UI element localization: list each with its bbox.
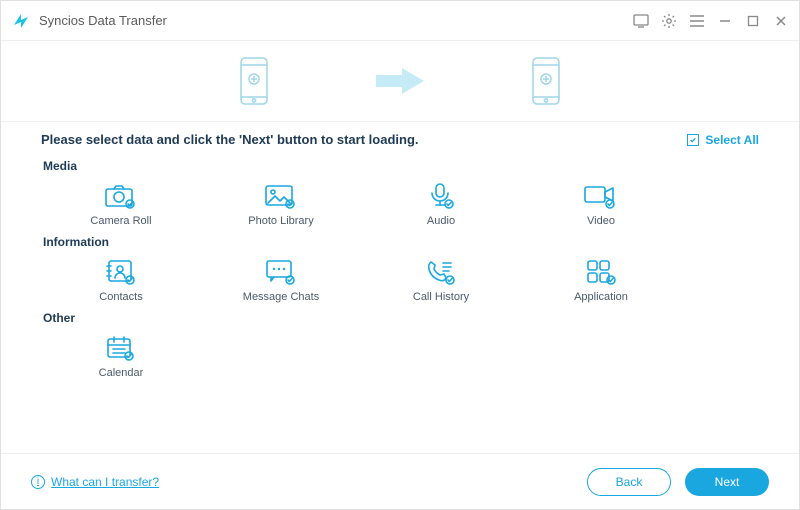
item-label: Message Chats (243, 291, 319, 303)
item-label: Camera Roll (90, 215, 151, 227)
media-grid: Camera Roll Photo Library Audio Video (41, 179, 759, 229)
select-all-toggle[interactable]: Select All (687, 133, 759, 147)
item-video[interactable]: Video (521, 179, 681, 229)
maximize-button[interactable] (745, 13, 761, 29)
transfer-illustration (1, 41, 799, 121)
other-grid: Calendar (41, 331, 759, 381)
item-label: Photo Library (248, 215, 313, 227)
close-button[interactable] (773, 13, 789, 29)
item-label: Application (574, 291, 628, 303)
item-calendar[interactable]: Calendar (41, 331, 201, 381)
audio-icon (426, 181, 456, 211)
window-controls (633, 13, 789, 29)
application-icon (585, 257, 617, 287)
information-grid: Contacts Message Chats Call History Appl… (41, 255, 759, 305)
feedback-icon[interactable] (633, 13, 649, 29)
item-contacts[interactable]: Contacts (41, 255, 201, 305)
minimize-button[interactable] (717, 13, 733, 29)
item-label: Contacts (99, 291, 142, 303)
target-phone-icon (530, 56, 562, 106)
next-button[interactable]: Next (685, 468, 769, 496)
item-application[interactable]: Application (521, 255, 681, 305)
section-title-other: Other (43, 311, 759, 325)
photo-library-icon (264, 181, 298, 211)
camera-roll-icon (104, 181, 138, 211)
item-audio[interactable]: Audio (361, 179, 521, 229)
content-area: Please select data and click the 'Next' … (1, 121, 799, 453)
settings-icon[interactable] (661, 13, 677, 29)
item-photo-library[interactable]: Photo Library (201, 179, 361, 229)
item-label: Video (587, 215, 615, 227)
section-title-information: Information (43, 235, 759, 249)
help-link[interactable]: i What can I transfer? (31, 475, 159, 489)
app-logo-icon (11, 11, 31, 31)
transfer-arrow-icon (370, 65, 430, 97)
call-history-icon (425, 257, 457, 287)
source-phone-icon (238, 56, 270, 106)
app-window: Syncios Data Transfer (0, 0, 800, 510)
back-button[interactable]: Back (587, 468, 671, 496)
titlebar: Syncios Data Transfer (1, 1, 799, 41)
menu-icon[interactable] (689, 13, 705, 29)
item-label: Calendar (99, 367, 144, 379)
info-icon: i (31, 475, 45, 489)
video-icon (583, 181, 619, 211)
help-label: What can I transfer? (51, 475, 159, 489)
contacts-icon (105, 257, 137, 287)
item-camera-roll[interactable]: Camera Roll (41, 179, 201, 229)
instruction-text: Please select data and click the 'Next' … (41, 132, 419, 147)
select-all-label: Select All (705, 133, 759, 147)
item-label: Audio (427, 215, 455, 227)
app-title: Syncios Data Transfer (39, 13, 167, 28)
calendar-icon (105, 333, 137, 363)
item-message-chats[interactable]: Message Chats (201, 255, 361, 305)
item-label: Call History (413, 291, 469, 303)
footer: i What can I transfer? Back Next (1, 453, 799, 509)
select-all-checkbox-icon (687, 134, 699, 146)
item-call-history[interactable]: Call History (361, 255, 521, 305)
section-title-media: Media (43, 159, 759, 173)
message-chats-icon (264, 257, 298, 287)
